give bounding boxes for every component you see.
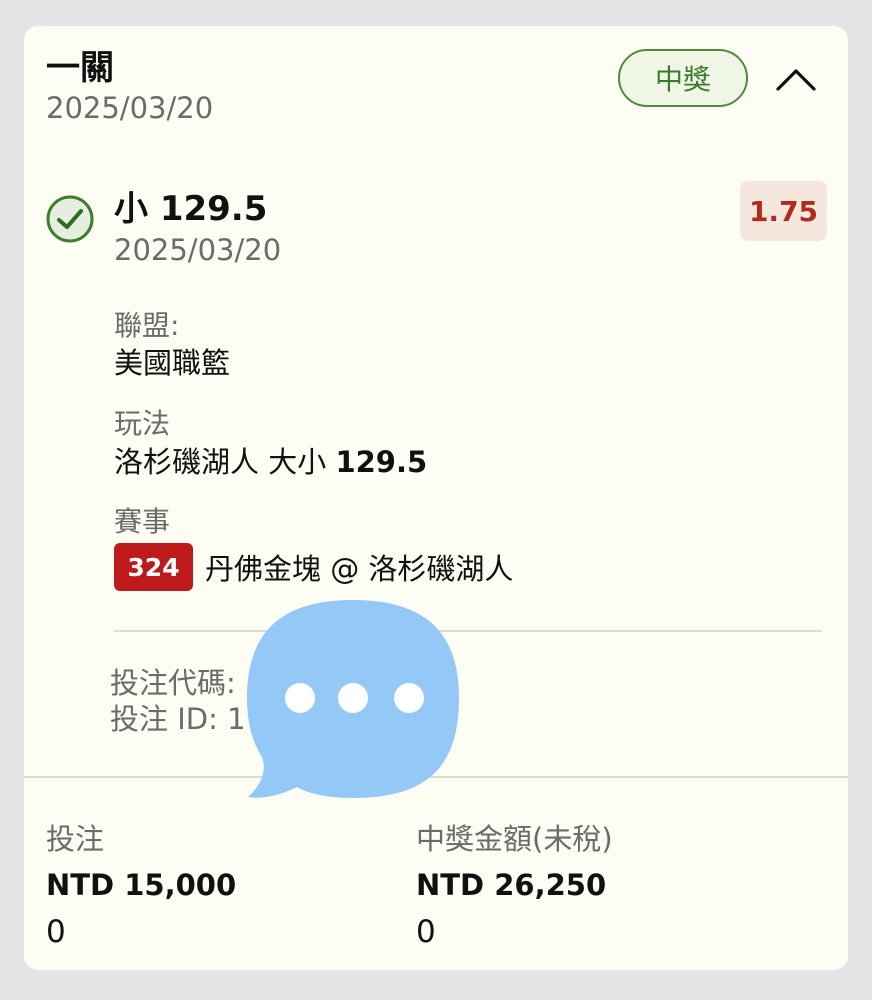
status-badge: 中獎 [618, 49, 748, 107]
bet-date: 2025/03/20 [46, 91, 214, 125]
bet-type-title: 一關 [46, 48, 114, 88]
payout-sub-value: 0 [416, 914, 436, 950]
bet-code-label: 投注代碼: [110, 666, 236, 700]
event-number-badge: 324 [114, 543, 193, 591]
event-label: 賽事 [114, 505, 171, 538]
stake-sub-value: 0 [46, 914, 66, 950]
odds-badge: 1.75 [740, 181, 827, 241]
bet-slip-card: 一關 2025/03/20 中獎 小 129.5 2025/03/20 1.75… [24, 26, 848, 970]
check-circle-icon [46, 195, 94, 243]
payout-label: 中獎金額(未稅) [416, 822, 613, 856]
league-value: 美國職籃 [114, 346, 231, 380]
chevron-up-icon [776, 69, 816, 91]
payout-value: NTD 26,250 [416, 868, 607, 902]
selection-date: 2025/03/20 [114, 233, 282, 267]
event-row: 324 丹佛金塊 @ 洛杉磯湖人 [114, 542, 513, 592]
selection-title: 小 129.5 [114, 189, 268, 229]
divider [114, 630, 822, 632]
market-line: 129.5 [335, 445, 428, 479]
market-name: 洛杉磯湖人 大小 [114, 445, 327, 479]
chat-bubble-icon [247, 600, 459, 798]
league-label: 聯盟: [114, 309, 180, 342]
event-name: 丹佛金塊 @ 洛杉磯湖人 [205, 552, 514, 586]
stake-label: 投注 [46, 822, 105, 856]
market-value: 洛杉磯湖人 大小 129.5 [114, 443, 427, 481]
collapse-button[interactable] [772, 60, 820, 100]
market-label: 玩法 [114, 407, 171, 440]
bet-id-label: 投注 ID: 1 [110, 702, 246, 736]
stake-value: NTD 15,000 [46, 868, 237, 902]
